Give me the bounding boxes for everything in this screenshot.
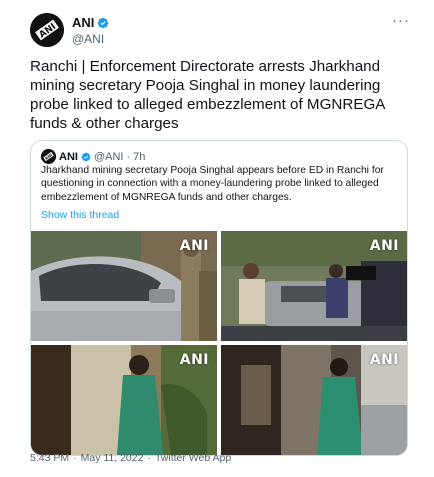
quoted-separator: · xyxy=(126,150,131,163)
media-photo-3[interactable]: ANI xyxy=(31,345,217,455)
author-handle[interactable]: @ANI xyxy=(72,31,109,47)
ani-watermark: ANI xyxy=(369,352,399,368)
verified-badge-icon xyxy=(98,17,109,29)
quoted-author-handle: @ANI xyxy=(93,150,124,163)
media-photo-4[interactable]: ANI xyxy=(221,345,407,455)
footer-separator: · xyxy=(73,452,77,464)
quoted-tweet[interactable]: ANI ANI @ANI · 7h Jharkhand mining secre… xyxy=(30,140,408,456)
author-block: ANI @ANI xyxy=(72,15,109,47)
media-grid: ANI ANI ANI ANI xyxy=(31,231,407,455)
tweet-footer: 5:43 PM · May 11, 2022 · Twitter Web App xyxy=(30,452,231,464)
tweet-text: Ranchi | Enforcement Directorate arrests… xyxy=(30,58,385,132)
tweet-card: ANI ANI @ANI ··· Ranchi | Enforcement Di… xyxy=(14,10,418,468)
show-thread-link[interactable]: Show this thread xyxy=(41,209,119,221)
ani-logo-icon: ANI xyxy=(41,149,56,164)
media-photo-2[interactable]: ANI xyxy=(221,231,407,341)
author-name-row: ANI xyxy=(72,15,109,31)
author-avatar[interactable]: ANI xyxy=(30,13,64,47)
footer-separator: · xyxy=(147,452,151,464)
quoted-author-avatar: ANI xyxy=(41,149,56,164)
tweet-source[interactable]: Twitter Web App xyxy=(155,452,231,464)
quoted-tweet-header: ANI ANI @ANI · 7h xyxy=(41,149,145,164)
tweet-date[interactable]: May 11, 2022 xyxy=(81,452,144,464)
quoted-tweet-text: Jharkhand mining secretary Pooja Singhal… xyxy=(41,165,384,203)
author-name[interactable]: ANI xyxy=(72,15,94,31)
verified-badge-icon xyxy=(81,152,91,161)
tweet-time[interactable]: 5:43 PM xyxy=(30,452,69,464)
quoted-author-name: ANI xyxy=(59,150,78,163)
more-dots-icon[interactable]: ··· xyxy=(392,12,410,29)
ani-watermark: ANI xyxy=(179,352,209,368)
quoted-time[interactable]: 7h xyxy=(133,151,145,163)
ani-watermark: ANI xyxy=(179,238,209,254)
ani-logo-icon: ANI xyxy=(30,13,64,47)
media-photo-1[interactable]: ANI xyxy=(31,231,217,341)
ani-watermark: ANI xyxy=(369,238,399,254)
